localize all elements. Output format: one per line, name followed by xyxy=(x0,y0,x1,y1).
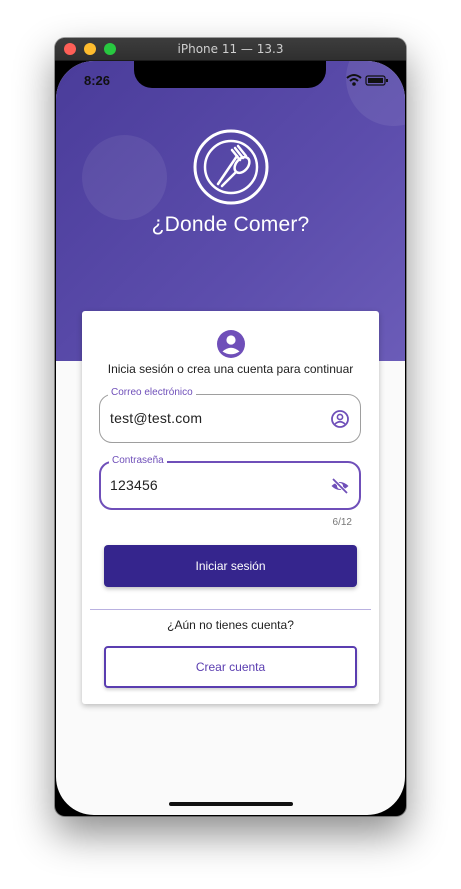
no-account-text: ¿Aún no tienes cuenta? xyxy=(167,618,294,632)
phone-screen: ¿Donde Comer? 8:26 Inicia sesión o crea xyxy=(56,61,405,815)
window-titlebar: iPhone 11 — 13.3 xyxy=(55,38,406,61)
login-button[interactable]: Iniciar sesión xyxy=(104,545,357,587)
email-field-label: Correo electrónico xyxy=(108,387,196,398)
wifi-icon xyxy=(346,74,362,86)
divider xyxy=(90,609,371,610)
app-title: ¿Donde Comer? xyxy=(151,213,310,236)
window-title: iPhone 11 — 13.3 xyxy=(177,42,284,56)
password-char-counter: 6/12 xyxy=(332,517,352,528)
simulator-window: iPhone 11 — 13.3 ¿Donde Comer? 8:26 Inic… xyxy=(55,38,406,816)
password-field-label: Contraseña xyxy=(109,455,167,466)
password-field[interactable]: Contraseña 123456 xyxy=(99,455,361,510)
visibility-off-icon[interactable] xyxy=(330,476,350,496)
home-indicator xyxy=(169,802,293,806)
battery-icon xyxy=(365,75,388,86)
password-input[interactable]: 123456 xyxy=(110,477,158,493)
account-circle-outline-icon xyxy=(331,410,349,428)
account-circle-icon xyxy=(217,330,245,358)
create-account-button[interactable]: Crear cuenta xyxy=(104,646,357,688)
status-time: 8:26 xyxy=(84,73,111,88)
login-card: Inicia sesión o crea una cuenta para con… xyxy=(82,311,379,704)
decorative-circle xyxy=(82,135,167,220)
decorative-circle xyxy=(346,61,405,126)
status-icons xyxy=(346,74,388,86)
utensils-plate-icon xyxy=(193,129,269,205)
device-notch xyxy=(134,61,326,88)
email-input[interactable]: test@test.com xyxy=(110,410,202,426)
email-field[interactable]: Correo electrónico test@test.com xyxy=(99,387,361,443)
card-subtitle: Inicia sesión o crea una cuenta para con… xyxy=(107,362,354,376)
